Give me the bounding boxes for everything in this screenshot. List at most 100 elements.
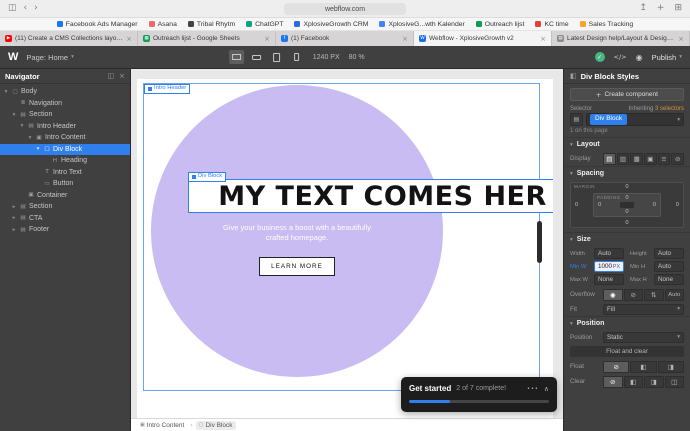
clear-right-icon[interactable]: ◨ — [644, 375, 664, 388]
breadcrumb-item[interactable]: ▢ Div Block — [195, 420, 236, 430]
max-width-input[interactable]: None — [594, 274, 624, 285]
size-section-header[interactable]: ▾ Size — [564, 232, 690, 246]
clear-both-icon[interactable]: ◫ — [664, 375, 684, 388]
close-icon[interactable]: × — [119, 72, 125, 80]
browser-tab[interactable]: ▤ Latest Design help/Layout & Design top.… — [552, 31, 690, 46]
selected-divblock-outline[interactable]: MY TEXT COMES HER — [188, 179, 553, 213]
navigator-item[interactable]: ≣ Navigation — [0, 98, 130, 110]
expand-arrow-icon[interactable]: ▸ — [11, 215, 17, 221]
margin-bottom-value[interactable]: 0 — [625, 220, 628, 226]
min-width-unit[interactable]: PX — [613, 264, 620, 270]
padding-left-value[interactable]: 0 — [598, 202, 601, 208]
desktop-preview-icon[interactable] — [228, 50, 244, 64]
bookmark-item[interactable]: XplosiveGrowth CRM — [294, 21, 368, 28]
max-height-input[interactable]: None — [654, 274, 684, 285]
tab-close-icon[interactable]: × — [540, 35, 546, 43]
float-right-icon[interactable]: ◨ — [657, 360, 684, 373]
height-input[interactable]: Auto — [654, 248, 684, 259]
float-none-icon[interactable]: ⊘ — [603, 360, 630, 373]
bookmark-item[interactable]: Sales Tracking — [579, 21, 633, 28]
padding-bottom-value[interactable]: 0 — [625, 209, 628, 215]
navigator-item[interactable]: T Intro Text — [0, 167, 130, 179]
expand-arrow-icon[interactable]: ▾ — [27, 135, 33, 141]
tablet-preview-icon[interactable] — [269, 50, 284, 64]
address-bar[interactable]: webflow.com — [284, 3, 406, 15]
browser-tab[interactable]: f (1) Facebook × — [276, 31, 414, 46]
bookmark-item[interactable]: ChatGPT — [246, 21, 283, 28]
navigator-item[interactable]: ▾ ▣ Intro Content — [0, 132, 130, 144]
expand-arrow-icon[interactable]: ▸ — [11, 227, 17, 233]
expand-arrow-icon[interactable]: ▾ — [35, 146, 41, 152]
zoom-level-value[interactable]: 80 % — [349, 54, 365, 61]
forward-icon[interactable]: › — [34, 4, 38, 13]
expand-arrow-icon[interactable]: ▸ — [11, 204, 17, 210]
bookmark-item[interactable]: Facebook Ads Manager — [56, 21, 138, 28]
width-input[interactable]: Auto — [594, 248, 624, 259]
inline-block-icon[interactable]: ▣ — [644, 152, 657, 165]
divblock-tag[interactable]: Div Block — [188, 172, 227, 182]
layout-section-header[interactable]: ▾ Layout — [564, 137, 690, 151]
clear-left-icon[interactable]: ◧ — [623, 375, 643, 388]
navigator-item[interactable]: ▸ ▤ Footer — [0, 224, 130, 236]
browser-tab[interactable]: ▦ Outreach lijst - Google Sheets × — [138, 31, 276, 46]
hero-heading[interactable]: MY TEXT COMES HER — [218, 181, 547, 212]
fit-select[interactable]: Fill ▾ — [603, 303, 684, 315]
navigator-item[interactable]: ▭ Button — [0, 178, 130, 190]
grid-icon[interactable]: ▦ — [630, 152, 644, 165]
code-export-icon[interactable]: </> — [614, 53, 627, 61]
browser-tab[interactable]: W Webflow - XplosiveGrowth v2 × — [414, 31, 552, 46]
collapse-icon[interactable]: ∧ — [544, 385, 549, 393]
webflow-logo[interactable]: W — [8, 51, 18, 63]
create-component-button[interactable]: + Create component — [570, 88, 684, 101]
flex-icon[interactable]: ▥ — [616, 152, 630, 165]
hero-subtitle[interactable]: Give your business a boost with a beauti… — [195, 223, 399, 242]
tab-close-icon[interactable]: × — [402, 35, 408, 43]
bookmark-item[interactable]: XplosiveG...wth Kalender — [379, 21, 465, 28]
laptop-preview-icon[interactable] — [249, 50, 264, 64]
page-selector[interactable]: Page: Home ▾ — [26, 53, 73, 62]
spacing-section-header[interactable]: ▾ Spacing — [564, 166, 690, 180]
breadcrumb-item[interactable]: ▣ Intro Content — [137, 421, 187, 430]
padding-right-value[interactable]: 0 — [653, 202, 656, 208]
navigator-item[interactable]: ▾ ▤ Intro Header — [0, 121, 130, 133]
spacing-control[interactable]: MARGIN 0 0 0 0 PADDING 0 0 0 0 — [570, 182, 684, 228]
navigator-item[interactable]: ▾ ▢ Div Block — [0, 143, 130, 155]
tab-close-icon[interactable]: × — [126, 35, 132, 43]
browser-tab[interactable]: ▶ (11) Create a CMS Collections layout -.… — [0, 31, 138, 46]
navigator-item[interactable]: ▾ ▤ Section — [0, 109, 130, 121]
expand-arrow-icon[interactable]: ▾ — [11, 112, 17, 118]
clear-none-icon[interactable]: ⊘ — [603, 375, 623, 388]
bookmark-item[interactable]: KC time — [535, 21, 569, 28]
inheriting-selectors-link[interactable]: 3 selectors — [655, 106, 684, 112]
padding-top-value[interactable]: 0 — [625, 195, 628, 201]
expand-arrow-icon[interactable]: ▾ — [19, 123, 25, 129]
back-icon[interactable]: ‹ — [24, 4, 28, 13]
section-tag[interactable]: Intro Header — [144, 84, 191, 94]
bookmark-item[interactable]: Asana — [148, 21, 177, 28]
none-icon[interactable]: ⊘ — [671, 152, 685, 165]
min-height-input[interactable]: Auto — [654, 261, 684, 272]
float-clear-toggle[interactable]: Float and clear — [570, 346, 684, 357]
float-left-icon[interactable]: ◧ — [630, 360, 657, 373]
share-icon[interactable]: ↥ — [639, 4, 647, 13]
navigator-item[interactable]: ▸ ▤ CTA — [0, 213, 130, 225]
get-started-toast[interactable]: Get started 2 of 7 complete! ••• ∧ — [401, 377, 557, 412]
min-width-input[interactable]: 1000 PX — [594, 261, 624, 272]
navigator-item[interactable]: ▾ ▢ Body — [0, 86, 130, 98]
navigator-item[interactable]: ▣ Container — [0, 190, 130, 202]
tab-overview-icon[interactable]: ⊞ — [674, 4, 682, 13]
tab-close-icon[interactable]: × — [678, 35, 684, 43]
bookmark-item[interactable]: Outreach lijst — [475, 21, 524, 28]
position-section-header[interactable]: ▾ Position — [564, 316, 690, 330]
margin-right-value[interactable]: 0 — [676, 202, 679, 208]
canvas[interactable]: Intro Header MY TEXT COMES HER Div Block… — [131, 69, 563, 431]
selector-type-icon[interactable]: ▤ — [570, 113, 583, 126]
mobile-preview-icon[interactable] — [289, 50, 304, 64]
preview-icon[interactable]: ◉ — [636, 53, 643, 62]
more-options-icon[interactable]: ••• — [527, 386, 539, 392]
new-tab-icon[interactable]: + — [657, 4, 665, 13]
hidden-icon[interactable]: ⊘ — [623, 288, 643, 301]
canvas-width-value[interactable]: 1240 PX — [313, 54, 340, 61]
visible-icon[interactable]: ◉ — [603, 288, 623, 301]
margin-top-value[interactable]: 0 — [625, 184, 628, 190]
